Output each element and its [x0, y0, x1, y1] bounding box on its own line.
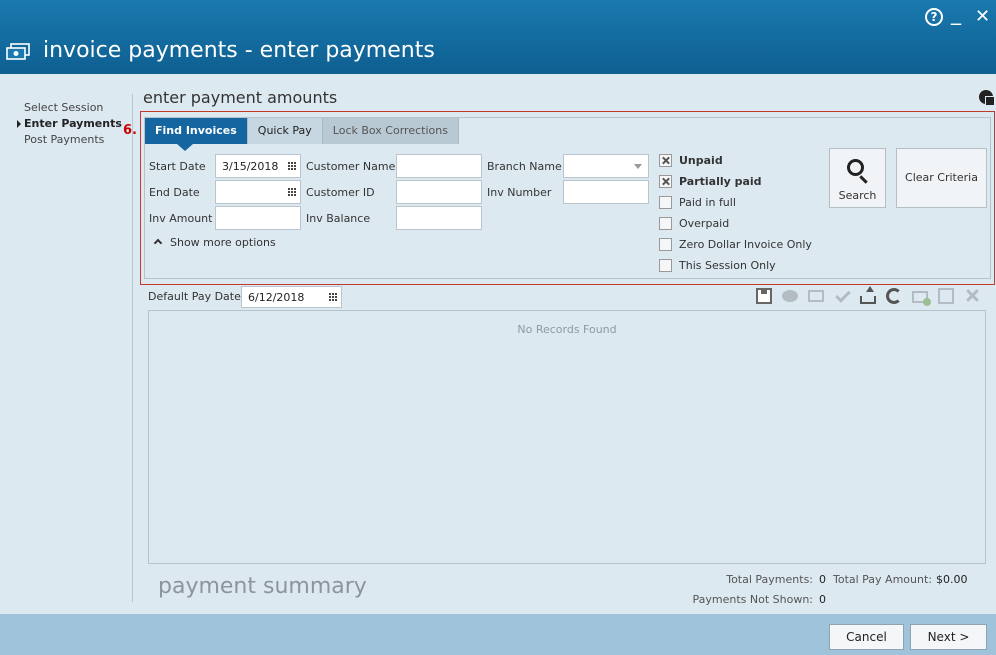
window-title: invoice payments - enter payments [43, 38, 435, 63]
tab-quick-pay[interactable]: Quick Pay [247, 118, 323, 144]
payments-grid[interactable]: No Records Found [148, 310, 986, 564]
clear-criteria-button[interactable]: Clear Criteria [896, 148, 987, 208]
money-stack-icon [6, 43, 30, 60]
payments-not-shown-value: 0 [819, 593, 826, 606]
save-icon[interactable] [756, 288, 772, 304]
find-criteria-box: Find Invoices Quick Pay Lock Box Correct… [144, 117, 991, 279]
section-title: enter payment amounts [143, 88, 338, 107]
minimize-icon[interactable]: _ [951, 3, 961, 23]
step-select-session[interactable]: Select Session [18, 100, 128, 116]
start-date-value: 3/15/2018 [222, 160, 279, 173]
tab-lock-box-corrections[interactable]: Lock Box Corrections [322, 118, 459, 144]
paid-in-full-label: Paid in full [679, 195, 736, 209]
payment-summary-title: payment summary [158, 574, 367, 599]
inv-amount-input[interactable] [215, 206, 301, 230]
chevron-down-icon[interactable] [634, 164, 642, 169]
total-pay-amount-label: Total Pay Amount: [832, 573, 932, 586]
wizard-steps: Select Session Enter Payments Post Payme… [17, 100, 128, 148]
upload-icon[interactable] [860, 286, 876, 304]
inv-amount-label: Inv Amount [149, 212, 213, 225]
paid-in-full-checkbox[interactable] [659, 195, 672, 209]
default-pay-date-input[interactable]: 6/12/2018 [241, 286, 342, 308]
customer-name-input[interactable] [396, 154, 482, 178]
inv-number-input[interactable] [563, 180, 649, 204]
unpaid-label: Unpaid [679, 153, 723, 167]
search-icon [847, 159, 864, 176]
overpaid-checkbox-row[interactable]: Overpaid [659, 216, 729, 230]
find-invoices-panel: Find Invoices Quick Pay Lock Box Correct… [140, 111, 995, 285]
overpaid-checkbox[interactable] [659, 216, 672, 230]
next-button[interactable]: Next > [910, 624, 987, 650]
add-icon[interactable] [912, 291, 931, 306]
help-icon[interactable]: ? [925, 8, 943, 26]
default-pay-date-label: Default Pay Date: [148, 290, 245, 303]
zero-dollar-label: Zero Dollar Invoice Only [679, 237, 812, 251]
show-more-label: Show more options [170, 236, 276, 249]
inv-number-label: Inv Number [487, 186, 552, 199]
customer-name-label: Customer Name [306, 160, 396, 173]
total-payments-value: 0 [819, 573, 826, 586]
copy-icon[interactable] [938, 288, 954, 304]
partially-paid-checkbox[interactable] [659, 174, 672, 188]
branch-name-select[interactable] [563, 154, 649, 178]
cancel-button[interactable]: Cancel [829, 624, 904, 650]
customer-id-label: Customer ID [306, 186, 375, 199]
partially-paid-checkbox-row[interactable]: Partially paid [659, 174, 762, 188]
footer-bar: Cancel Next > [0, 614, 996, 655]
default-pay-date-value: 6/12/2018 [248, 291, 305, 304]
unpaid-checkbox-row[interactable]: Unpaid [659, 153, 723, 167]
card-icon[interactable] [808, 290, 824, 302]
this-session-only-label: This Session Only [679, 258, 776, 272]
tab-find-invoices[interactable]: Find Invoices [145, 118, 248, 151]
total-payments-label: Total Payments: [726, 573, 813, 586]
zero-dollar-checkbox-row[interactable]: Zero Dollar Invoice Only [659, 237, 812, 251]
pie-chart-icon[interactable] [979, 90, 995, 106]
start-date-label: Start Date [149, 160, 206, 173]
payments-not-shown-label: Payments Not Shown: [692, 593, 813, 606]
grid-toolbar [756, 286, 980, 306]
unpaid-checkbox[interactable] [659, 153, 672, 167]
chevron-up-icon [153, 238, 163, 248]
comment-icon[interactable] [782, 290, 798, 302]
total-pay-amount-value: $0.00 [936, 573, 968, 586]
this-session-only-checkbox[interactable] [659, 258, 672, 272]
tab-strip: Find Invoices Quick Pay Lock Box Correct… [145, 118, 459, 151]
calendar-icon[interactable] [329, 293, 337, 301]
refresh-icon[interactable] [886, 288, 902, 304]
calendar-icon[interactable] [288, 188, 296, 196]
search-button-label: Search [838, 189, 877, 202]
paid-in-full-checkbox-row[interactable]: Paid in full [659, 195, 736, 209]
inv-balance-label: Inv Balance [306, 212, 371, 225]
branch-name-label: Branch Name [487, 160, 562, 173]
check-icon[interactable] [834, 288, 850, 304]
no-records-message: No Records Found [517, 323, 617, 336]
customer-id-input[interactable] [396, 180, 482, 204]
end-date-input[interactable] [215, 180, 301, 204]
step-marker: 6. [123, 123, 137, 138]
delete-icon[interactable] [964, 288, 980, 304]
sidebar-divider [132, 94, 133, 602]
close-icon[interactable]: ✕ [975, 8, 990, 26]
calendar-icon[interactable] [288, 162, 296, 170]
zero-dollar-checkbox[interactable] [659, 237, 672, 251]
show-more-options-toggle[interactable]: Show more options [153, 236, 276, 249]
search-button[interactable]: Search [829, 148, 886, 208]
end-date-label: End Date [149, 186, 200, 199]
overpaid-label: Overpaid [679, 216, 730, 230]
step-enter-payments[interactable]: Enter Payments [17, 116, 128, 132]
title-bar: invoice payments - enter payments ? _ ✕ [0, 0, 996, 74]
inv-balance-input[interactable] [396, 206, 482, 230]
this-session-only-checkbox-row[interactable]: This Session Only [659, 258, 776, 272]
start-date-input[interactable]: 3/15/2018 [215, 154, 301, 178]
step-post-payments[interactable]: Post Payments [18, 132, 128, 148]
partially-paid-label: Partially paid [679, 174, 762, 188]
